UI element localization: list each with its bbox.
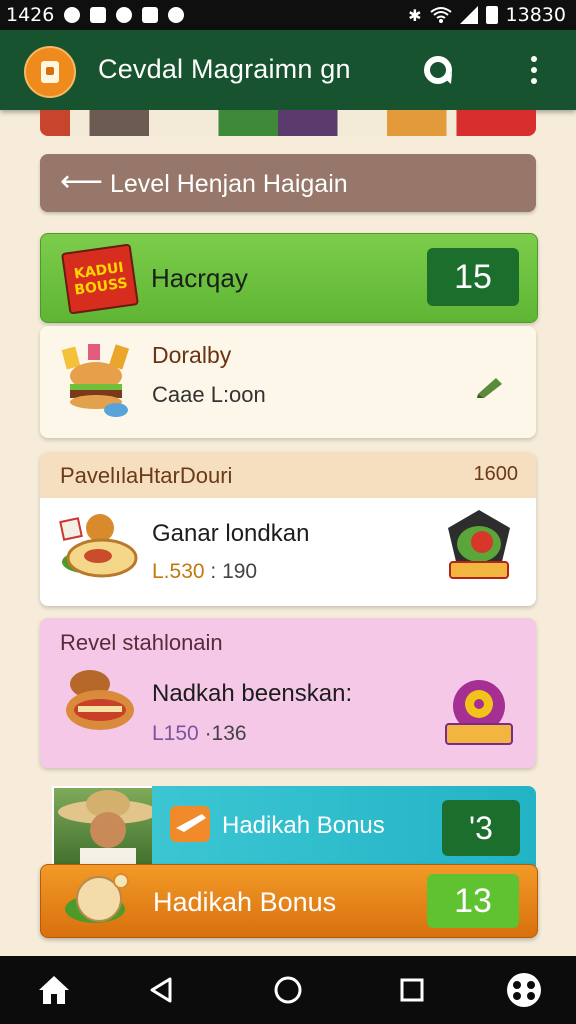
gift-emblem-icon bbox=[448, 510, 510, 579]
info-card-subtitle: Caae L:oon bbox=[152, 382, 266, 407]
player-photo bbox=[52, 786, 164, 872]
bonus-teal-badge: '3 bbox=[442, 800, 520, 856]
refresh-button[interactable] bbox=[420, 52, 456, 88]
bonus-teal-label: Hadikah Bonus bbox=[222, 812, 385, 839]
shield-icon bbox=[168, 7, 185, 23]
section-one-item[interactable]: Ganar londkan L.530 : 190 bbox=[40, 498, 536, 606]
battery-icon bbox=[485, 6, 498, 24]
status-time-left: 1426 bbox=[6, 4, 55, 26]
section-two-item-title: Nadkah beenskan: bbox=[152, 680, 353, 707]
back-bar-label: Level Henjan Haigain bbox=[110, 170, 348, 198]
level-header-card[interactable]: KADUI BOUSS Hacrqay 15 bbox=[40, 233, 538, 323]
food-plate-icon bbox=[59, 514, 138, 578]
recents-icon[interactable] bbox=[392, 970, 432, 1010]
home-icon[interactable] bbox=[34, 970, 74, 1010]
plane-ticket-icon bbox=[170, 806, 210, 842]
refresh-icon bbox=[424, 56, 453, 84]
image-icon bbox=[90, 7, 107, 23]
avatar bbox=[58, 790, 158, 870]
info-card-title: Doralby bbox=[152, 342, 232, 368]
sandwich-icon bbox=[66, 670, 134, 730]
section-two: Revel stahlonain Nadkah beenskan: L150 ·… bbox=[40, 618, 536, 768]
signal-icon bbox=[459, 6, 478, 24]
info-card[interactable]: Doralby Caae L:oon bbox=[40, 326, 536, 438]
notification-icon bbox=[64, 7, 81, 23]
bonus-teal-card[interactable]: Hadikah Bonus '3 bbox=[152, 786, 536, 866]
level-header-badge: 15 bbox=[427, 248, 519, 306]
bonus-area: Hadikah Bonus '3 Hadikah Bonus 13 bbox=[40, 782, 538, 938]
wifi-icon bbox=[429, 7, 452, 23]
bonus-orange-card[interactable]: Hadikah Bonus 13 bbox=[40, 864, 538, 938]
back-arrow-icon[interactable]: ⟵ bbox=[60, 166, 103, 198]
section-two-title: Revel stahlonain bbox=[60, 630, 223, 655]
bonus-orange-label: Hadikah Bonus bbox=[153, 887, 337, 917]
assistant-icon[interactable] bbox=[504, 970, 544, 1010]
bonus-orange-badge: 13 bbox=[427, 874, 519, 928]
app-logo-icon[interactable] bbox=[24, 46, 76, 98]
game-logo: KADUI BOUSS bbox=[61, 243, 139, 315]
circle-home-icon[interactable] bbox=[268, 970, 308, 1010]
lock-icon bbox=[116, 7, 133, 23]
system-nav-bar bbox=[0, 956, 576, 1024]
back-icon[interactable] bbox=[142, 970, 182, 1010]
section-one-count: 1600 bbox=[473, 463, 519, 485]
section-two-item[interactable]: Nadkah beenskan: L150 ·136 bbox=[40, 658, 536, 768]
section-one: PavelılaHtarDouri 1600 Ganar londkan L.5… bbox=[40, 452, 536, 606]
more-vert-icon bbox=[531, 56, 537, 62]
back-bar[interactable]: ⟵ Level Henjan Haigain bbox=[40, 154, 536, 212]
app-notification-icon bbox=[142, 7, 159, 23]
bluetooth-icon: ✱ bbox=[408, 5, 422, 25]
status-time-right: 13830 bbox=[505, 4, 566, 26]
edit-icon[interactable] bbox=[476, 376, 504, 398]
section-one-item-meta-a: L.530 bbox=[152, 560, 205, 583]
featured-banner[interactable] bbox=[40, 110, 536, 136]
app-title: Cevdal Magraimn gn bbox=[98, 54, 351, 84]
level-header-title: Hacrqay bbox=[151, 263, 248, 293]
status-bar: 1426 ✱ 13830 bbox=[0, 0, 576, 30]
section-one-item-title: Ganar londkan bbox=[152, 520, 310, 547]
more-options-button[interactable] bbox=[522, 52, 546, 88]
section-one-item-meta-b: : 190 bbox=[210, 560, 258, 583]
section-one-title: PavelılaHtarDouri bbox=[60, 463, 233, 488]
section-two-item-meta-b: ·136 bbox=[204, 722, 247, 745]
app-bar: Cevdal Magraimn gn bbox=[0, 30, 576, 110]
coconut-icon bbox=[65, 873, 129, 923]
donut-emblem-icon bbox=[445, 680, 513, 745]
burger-icon bbox=[61, 344, 130, 417]
section-two-item-meta-a: L150 bbox=[152, 722, 199, 745]
section-one-header: PavelılaHtarDouri 1600 bbox=[40, 452, 536, 498]
